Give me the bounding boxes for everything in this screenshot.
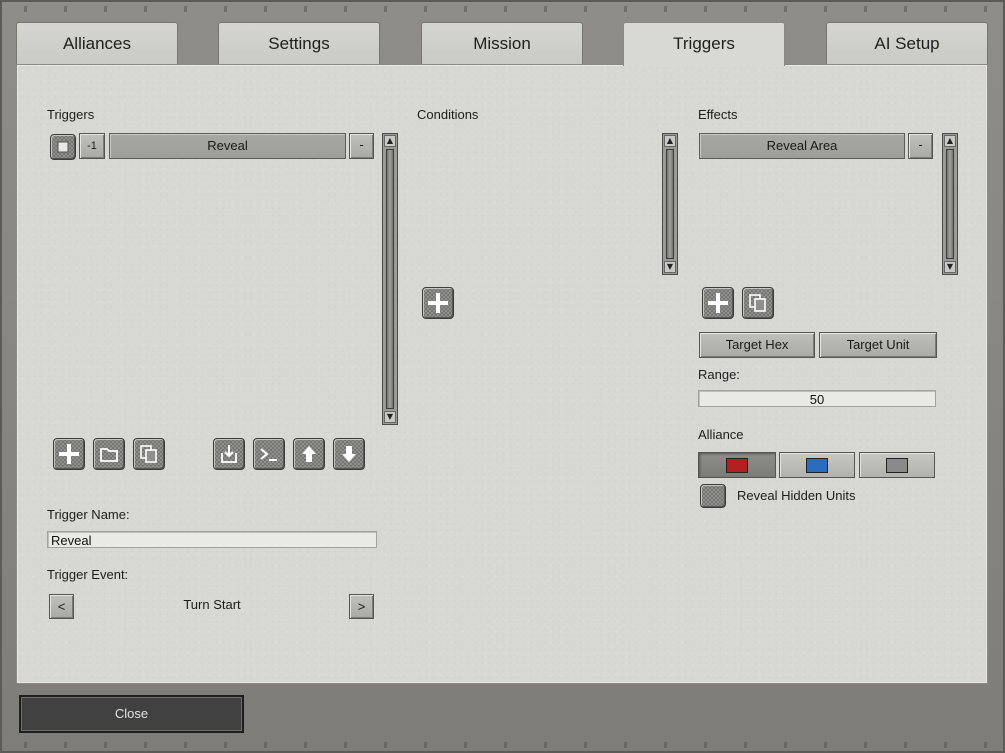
- trigger-index: -1: [79, 133, 105, 159]
- tab-alliances[interactable]: Alliances: [16, 22, 178, 64]
- effect-remove-button[interactable]: -: [908, 133, 933, 159]
- add-condition-button[interactable]: [422, 287, 454, 319]
- range-label: Range:: [698, 367, 740, 382]
- move-down-icon: [342, 446, 356, 462]
- effect-list-item[interactable]: Reveal Area: [699, 133, 905, 159]
- trigger-name-field[interactable]: Reveal: [47, 531, 377, 548]
- conditions-heading: Conditions: [417, 107, 479, 122]
- add-icon: [59, 444, 79, 464]
- range-field[interactable]: 50: [698, 390, 936, 407]
- trigger-event-value: Turn Start: [183, 597, 241, 612]
- import-trigger-button[interactable]: [213, 438, 245, 470]
- scroll-track[interactable]: [946, 149, 954, 259]
- add-trigger-button[interactable]: [53, 438, 85, 470]
- copy-icon: [749, 294, 766, 312]
- reveal-hidden-label: Reveal Hidden Units: [737, 488, 856, 503]
- scroll-up-icon[interactable]: ▲: [944, 135, 956, 147]
- reveal-hidden-checkbox[interactable]: [700, 484, 726, 508]
- tab-ai-setup[interactable]: AI Setup: [826, 22, 988, 64]
- close-button[interactable]: Close: [19, 695, 244, 733]
- import-icon: [221, 445, 237, 463]
- triggers-panel: Triggers -1 Reveal - ▲ ▼ Trigger Name: R…: [16, 64, 988, 684]
- add-icon: [428, 293, 448, 313]
- triggers-heading: Triggers: [47, 107, 95, 122]
- scroll-up-icon[interactable]: ▲: [664, 135, 676, 147]
- alliance-gray-button[interactable]: [859, 452, 935, 478]
- trigger-remove-button[interactable]: -: [349, 133, 374, 159]
- effects-heading: Effects: [698, 107, 738, 122]
- copy-icon: [140, 445, 157, 463]
- scroll-track[interactable]: [386, 149, 394, 409]
- move-up-icon: [302, 446, 316, 462]
- alliance-red-swatch: [726, 457, 748, 473]
- alliance-blue-button[interactable]: [779, 452, 855, 478]
- scroll-down-icon[interactable]: ▼: [384, 411, 396, 423]
- alliance-label: Alliance: [698, 427, 744, 442]
- effects-scrollbar[interactable]: ▲ ▼: [942, 133, 958, 275]
- add-icon: [708, 293, 728, 313]
- scroll-track[interactable]: [666, 149, 674, 259]
- copy-effect-button[interactable]: [742, 287, 774, 319]
- event-prev-button[interactable]: <: [49, 594, 74, 619]
- alliance-gray-swatch: [886, 457, 908, 473]
- conditions-scrollbar[interactable]: ▲ ▼: [662, 133, 678, 275]
- move-down-button[interactable]: [333, 438, 365, 470]
- copy-trigger-button[interactable]: [133, 438, 165, 470]
- checkbox-square-icon: [57, 141, 69, 153]
- scroll-up-icon[interactable]: ▲: [384, 135, 396, 147]
- open-trigger-button[interactable]: [93, 438, 125, 470]
- frame-rivets-top: [2, 6, 1003, 12]
- trigger-list-item[interactable]: Reveal: [109, 133, 346, 159]
- alliance-blue-swatch: [806, 457, 828, 473]
- scroll-down-icon[interactable]: ▼: [944, 261, 956, 273]
- event-next-button[interactable]: >: [349, 594, 374, 619]
- target-unit-button[interactable]: Target Unit: [819, 332, 937, 358]
- console-icon: [260, 448, 277, 461]
- trigger-event-label: Trigger Event:: [47, 567, 129, 582]
- tab-settings[interactable]: Settings: [218, 22, 380, 64]
- add-effect-button[interactable]: [702, 287, 734, 319]
- tab-triggers[interactable]: Triggers: [623, 22, 785, 66]
- folder-icon: [100, 448, 118, 462]
- frame-rivets-bottom: [2, 742, 1003, 748]
- tab-mission[interactable]: Mission: [421, 22, 583, 64]
- trigger-enable-checkbox[interactable]: [50, 134, 76, 160]
- console-trigger-button[interactable]: [253, 438, 285, 470]
- target-hex-button[interactable]: Target Hex: [699, 332, 815, 358]
- move-up-button[interactable]: [293, 438, 325, 470]
- scroll-down-icon[interactable]: ▼: [664, 261, 676, 273]
- triggers-scrollbar[interactable]: ▲ ▼: [382, 133, 398, 425]
- trigger-name-label: Trigger Name:: [47, 507, 130, 522]
- alliance-red-button[interactable]: [698, 452, 776, 478]
